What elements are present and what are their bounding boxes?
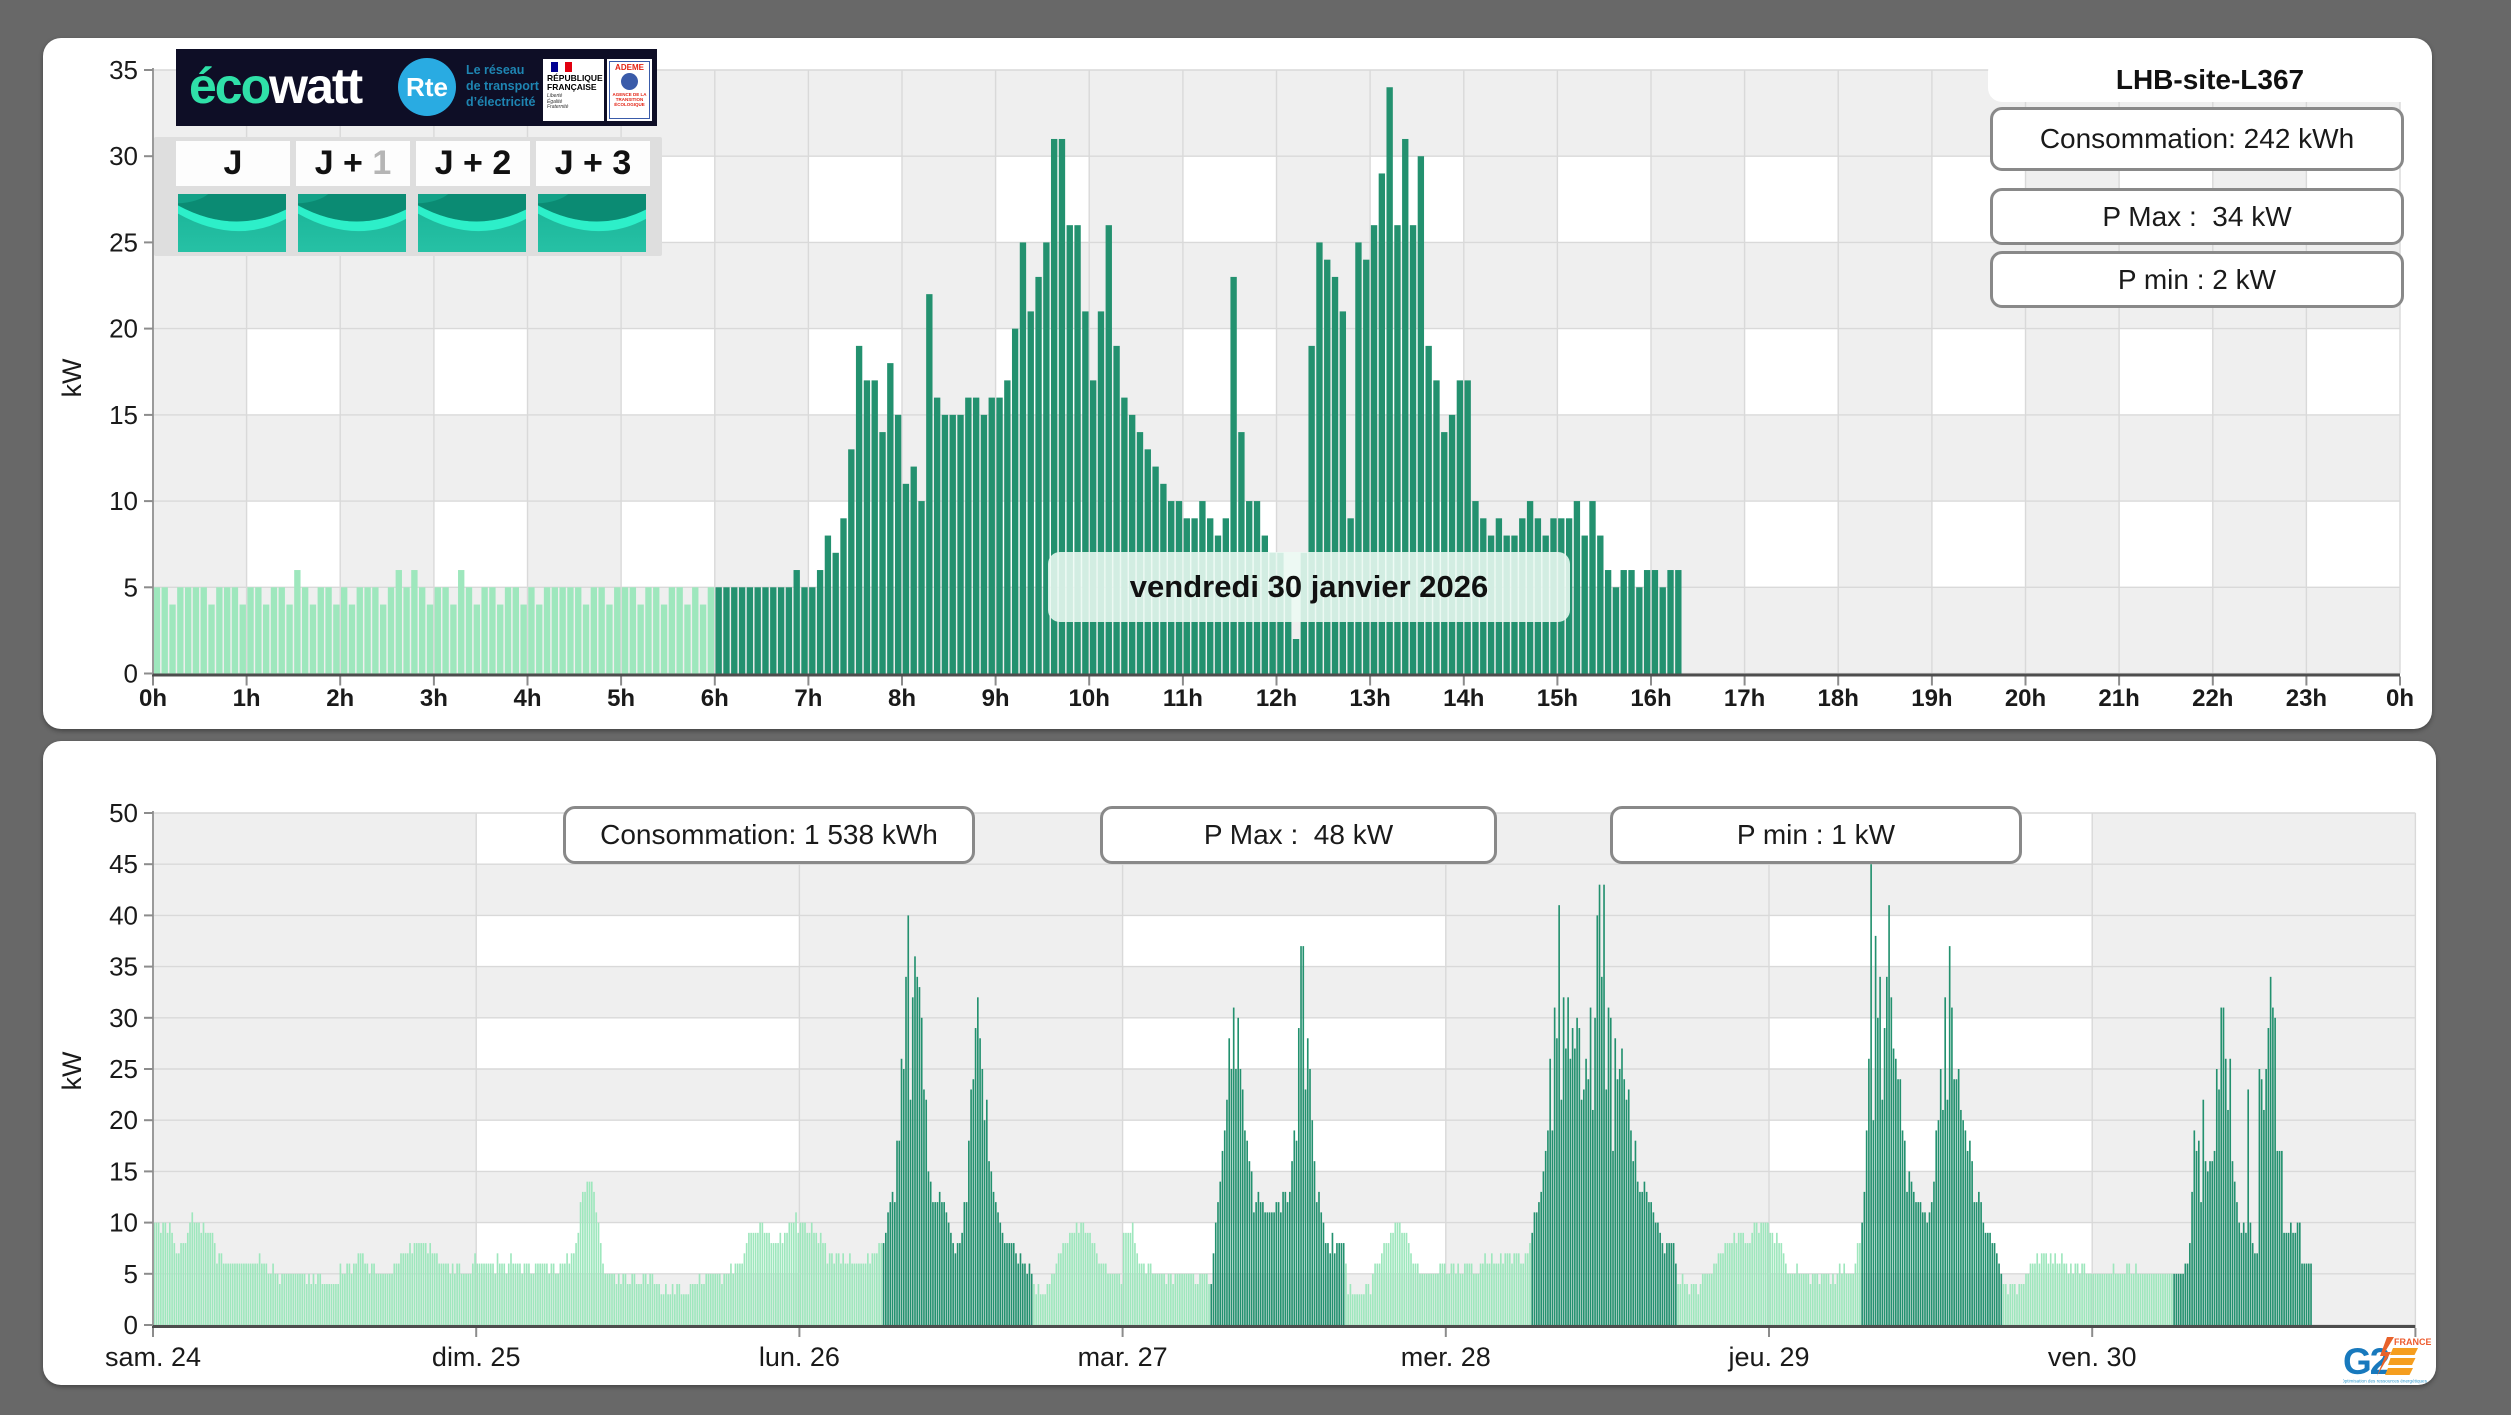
svg-text:0h: 0h [139, 685, 167, 712]
svg-text:21h: 21h [2098, 685, 2139, 712]
svg-text:15: 15 [109, 1156, 138, 1186]
svg-text:10: 10 [109, 486, 138, 516]
svg-text:10: 10 [109, 1208, 138, 1238]
svg-text:10h: 10h [1069, 685, 1110, 712]
svg-text:30: 30 [109, 1003, 138, 1033]
svg-text:4h: 4h [513, 685, 541, 712]
svg-text:5: 5 [124, 572, 138, 602]
svg-text:7h: 7h [794, 685, 822, 712]
svg-text:22h: 22h [2192, 685, 2233, 712]
svg-text:mer. 28: mer. 28 [1401, 1342, 1491, 1372]
svg-text:3h: 3h [420, 685, 448, 712]
svg-text:2h: 2h [326, 685, 354, 712]
svg-text:11h: 11h [1163, 685, 1203, 712]
svg-text:0: 0 [124, 659, 138, 689]
svg-text:25: 25 [109, 227, 138, 257]
svg-text:13h: 13h [1349, 685, 1390, 712]
svg-text:50: 50 [109, 798, 138, 828]
svg-text:G2: G2 [2343, 1341, 2390, 1382]
svg-text:45: 45 [109, 849, 138, 879]
svg-text:8h: 8h [888, 685, 916, 712]
svg-text:15: 15 [109, 400, 138, 430]
svg-text:30: 30 [109, 141, 138, 171]
svg-text:20h: 20h [2005, 685, 2046, 712]
svg-text:5: 5 [124, 1259, 138, 1289]
svg-text:14h: 14h [1443, 685, 1484, 712]
svg-text:0h: 0h [2386, 685, 2414, 712]
svg-text:1h: 1h [233, 685, 261, 712]
svg-text:sam. 24: sam. 24 [105, 1342, 201, 1372]
svg-text:0: 0 [124, 1310, 138, 1340]
svg-text:lun. 26: lun. 26 [759, 1342, 840, 1372]
svg-text:FRANCE: FRANCE [2394, 1337, 2431, 1347]
svg-text:ven. 30: ven. 30 [2048, 1342, 2137, 1372]
svg-text:23h: 23h [2286, 685, 2327, 712]
svg-text:20: 20 [109, 314, 138, 344]
svg-text:kW: kW [57, 358, 87, 398]
svg-text:19h: 19h [1911, 685, 1952, 712]
svg-text:dim. 25: dim. 25 [432, 1342, 521, 1372]
svg-text:35: 35 [109, 952, 138, 982]
svg-text:9h: 9h [982, 685, 1010, 712]
svg-text:15h: 15h [1537, 685, 1578, 712]
svg-text:Optimisation des ressources én: Optimisation des ressources énergétiques [2343, 1379, 2428, 1384]
svg-text:40: 40 [109, 900, 138, 930]
svg-text:mar. 27: mar. 27 [1078, 1342, 1168, 1372]
svg-text:35: 35 [109, 55, 138, 85]
svg-text:jeu. 29: jeu. 29 [1727, 1342, 1809, 1372]
svg-text:6h: 6h [701, 685, 729, 712]
svg-text:17h: 17h [1724, 685, 1765, 712]
svg-text:16h: 16h [1630, 685, 1671, 712]
svg-text:18h: 18h [1818, 685, 1859, 712]
svg-text:20: 20 [109, 1105, 138, 1135]
svg-text:25: 25 [109, 1054, 138, 1084]
svg-text:kW: kW [57, 1051, 87, 1091]
svg-text:12h: 12h [1256, 685, 1297, 712]
svg-text:5h: 5h [607, 685, 635, 712]
